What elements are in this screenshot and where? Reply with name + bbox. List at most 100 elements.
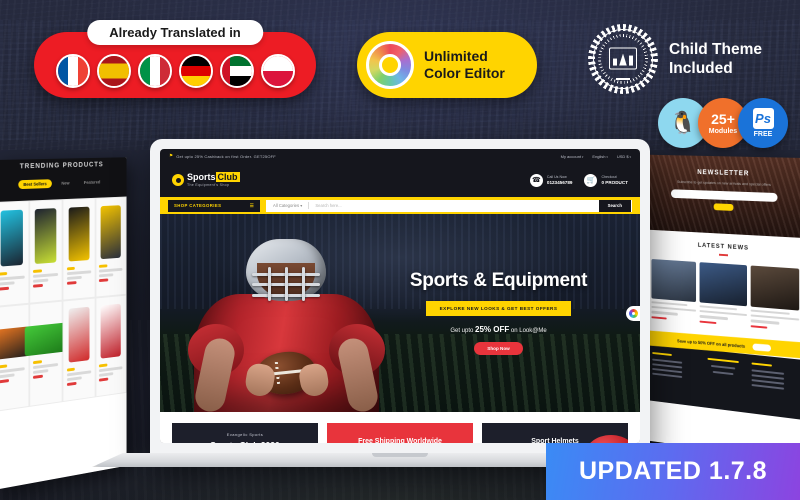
helmet-facemask (252, 267, 320, 301)
color-wheel-icon (629, 309, 638, 318)
site-header: Sports Club The Equipment's Shop ☎ Call U… (160, 163, 640, 197)
footer-column-logo (701, 357, 746, 405)
blog-post-card[interactable] (651, 258, 697, 322)
blog-post-excerpt-line (651, 310, 679, 316)
category-select[interactable]: All Categories (273, 203, 302, 208)
hero-cta-button[interactable]: EXPLORE NEW LOOKS & GET BEST OFFERS (425, 301, 572, 316)
laptop-screen: ⚑ Get upto 25% Cashback on first Order. … (160, 149, 640, 443)
promo-banner-0[interactable]: Evangelic Sports Sports Club 2020 Shop N… (172, 423, 318, 443)
football-player-image (188, 237, 385, 412)
product-card[interactable] (95, 196, 127, 298)
hero-offer-value: 25% OFF (475, 325, 510, 334)
product-card[interactable] (0, 200, 29, 307)
site-topbar: ⚑ Get upto 25% Cashback on first Order. … (160, 149, 640, 163)
footer-column-3 (751, 362, 798, 411)
blog-post-readmore-line (651, 315, 667, 320)
shop-categories-label: SHOP CATEGORIES (174, 203, 222, 208)
topbar-my-account[interactable]: My account (561, 154, 584, 159)
blog-post-title-line (651, 301, 688, 307)
logo-name-part1: Sports (187, 171, 216, 182)
left-panel-tabs: Best Sellers New Featured (0, 170, 127, 192)
site-searchbar: SHOP CATEGORIES ☰ All Categories Search … (160, 197, 640, 214)
hero-offer-line: Get upto 25% OFF on Look@Me (371, 325, 626, 334)
flag-germany-graphic (180, 56, 211, 86)
topbar-language[interactable]: English (592, 154, 607, 159)
product-card[interactable] (28, 199, 63, 304)
flag-italy (137, 54, 172, 88)
product-card[interactable] (95, 294, 127, 398)
flag-france-graphic (57, 56, 88, 86)
flag-list (34, 54, 316, 88)
color-editor-widget[interactable] (626, 306, 640, 321)
mini-badge-row: 🐧 25+ Modules Ps FREE (658, 98, 788, 148)
blog-post-card[interactable] (699, 262, 747, 326)
product-meta (0, 271, 25, 293)
updated-version-banner: UPDATED 1.7.8 (546, 443, 800, 500)
flag-spain (96, 54, 131, 88)
blog-post-excerpt-line (750, 319, 780, 325)
laptop-lid: ⚑ Get upto 25% Cashback on first Order. … (150, 139, 650, 457)
right-panel-newsletter: NEWSLETTER Subscribe to get updates on n… (647, 154, 800, 238)
laptop-mockup: ⚑ Get upto 25% Cashback on first Order. … (92, 139, 708, 469)
post-football-thumbnail (651, 258, 697, 303)
translated-badge: Already Translated in (34, 20, 316, 98)
left-panel-tab-1[interactable]: New (56, 178, 75, 187)
offer-strip-text: Save up to 50% OFF on all products (677, 337, 746, 348)
product-card[interactable] (24, 300, 67, 407)
color-editor-line2: Color Editor (424, 65, 505, 81)
product-card[interactable] (62, 297, 96, 403)
product-card[interactable] (0, 303, 33, 412)
cycling-jersey-image (100, 303, 121, 359)
modules-label: Modules (708, 127, 738, 135)
left-panel-tab-2[interactable]: Featured (79, 178, 106, 187)
search-form: All Categories Search here... Search (266, 199, 632, 212)
color-wheel-icon (366, 41, 414, 89)
header-call-us[interactable]: ☎ Call Us Now 0123456789 (529, 173, 573, 187)
call-number: 0123456789 (546, 180, 573, 185)
newsletter-subscribe-button[interactable] (713, 203, 733, 212)
flag-spain-graphic (98, 56, 129, 86)
seal-monitor-icon (588, 24, 658, 94)
product-meta (66, 366, 92, 388)
checkout-count: 0 PRODUCT (601, 180, 628, 185)
modules-count: 25+ (711, 110, 735, 127)
color-editor-line1: Unlimited (424, 47, 488, 64)
product-card[interactable] (62, 197, 96, 301)
left-panel-product-grid (0, 196, 127, 412)
hero-shop-now-button[interactable]: Shop Now (474, 342, 523, 355)
product-meta (98, 263, 123, 284)
shop-categories-button[interactable]: SHOP CATEGORIES ☰ (168, 199, 260, 212)
promo-banner-1[interactable]: Free Shipping Worldwide (327, 423, 473, 443)
photoshop-icon: Ps (752, 108, 774, 129)
shaker-bottle-image (100, 205, 121, 260)
updated-version-text: UPDATED 1.7.8 (578, 457, 768, 485)
flag-france (55, 54, 90, 88)
hero-offer-post: on Look@Me (510, 328, 547, 334)
search-button[interactable]: Search (598, 199, 631, 212)
flag-uae-graphic (221, 56, 252, 86)
product-meta (0, 362, 25, 385)
topbar-currency[interactable]: USD $ (617, 154, 631, 159)
flag-italy-graphic (139, 56, 170, 86)
promo-banner-2[interactable]: Sport Helmets Shop Now (482, 423, 628, 443)
newsletter-desc: Subscribe to get updates on new arrivals… (677, 179, 771, 187)
post-fitness-thumbnail (750, 265, 800, 311)
blog-post-readmore-line (750, 324, 768, 329)
newsletter-email-input[interactable] (670, 189, 778, 203)
product-meta (66, 266, 92, 287)
blog-title: LATEST NEWS (697, 241, 749, 252)
hero-banner: Sports & Equipment EXPLORE NEW LOOKS & G… (160, 214, 640, 412)
site-logo[interactable]: Sports Club The Equipment's Shop (172, 171, 240, 187)
header-checkout[interactable]: 🛒 Checkout 0 PRODUCT (584, 173, 628, 187)
search-input[interactable]: Search here... (315, 203, 598, 208)
blog-post-card[interactable] (750, 265, 800, 331)
promo-0-title: Sports Club 2020 (210, 440, 279, 444)
offer-strip-button[interactable] (752, 342, 771, 352)
cricket-pads-image (68, 306, 90, 363)
phone-icon: ☎ (529, 173, 543, 187)
photoshop-badge: Ps FREE (738, 98, 788, 148)
call-label: Call Us Now (546, 175, 567, 179)
left-panel-tab-0[interactable]: Best Sellers (17, 179, 53, 190)
child-theme-line1: Child Theme (669, 40, 763, 58)
promo-0-sub: Evangelic Sports (226, 431, 264, 437)
